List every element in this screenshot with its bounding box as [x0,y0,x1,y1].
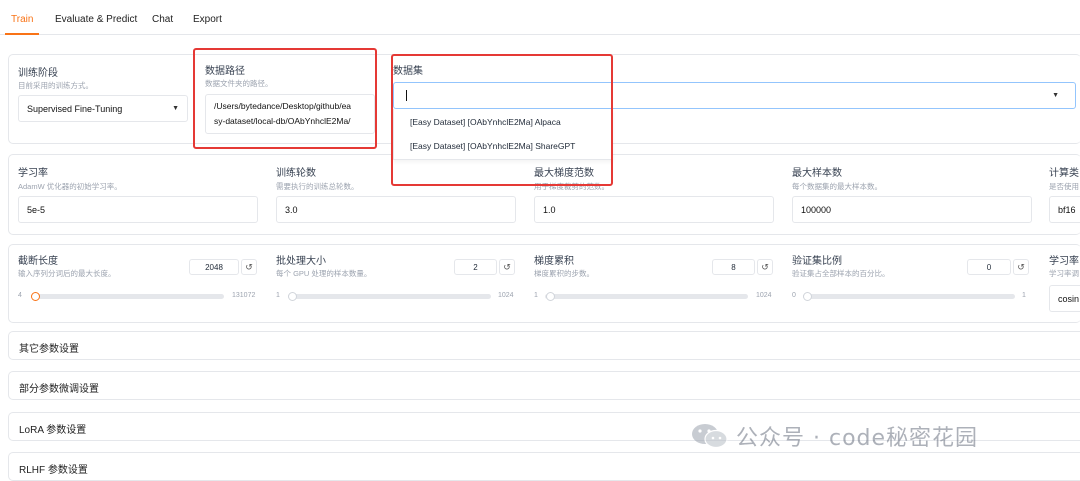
tab-train[interactable]: Train [11,14,33,25]
epochs-input[interactable]: 3.0 [276,196,516,223]
lr-scheduler-info: 学习率调 [1049,269,1079,278]
lr-input[interactable]: 5e-5 [18,196,258,223]
cutoff-len-label: 截断长度 [18,256,58,267]
batch-size-max: 1024 [498,292,514,299]
lr-info: AdamW 优化器的初始学习率。 [18,182,122,191]
accordion-label: 部分参数微调设置 [19,384,99,395]
val-size-info: 验证集占全部样本的百分比。 [792,269,890,278]
grad-accum-number[interactable]: 8 [712,259,755,275]
highlight-box-dataset [391,54,613,186]
tab-evaluate-predict[interactable]: Evaluate & Predict [55,14,137,25]
val-size-number[interactable]: 0 [967,259,1011,275]
watermark-text: 公众号 · code秘密花园 [736,426,979,451]
grad-accum-label: 梯度累积 [534,256,574,267]
tab-export[interactable]: Export [193,14,222,25]
lr-label: 学习率 [18,168,48,179]
epochs-label: 训练轮数 [276,168,316,179]
cutoff-len-slider-thumb[interactable] [31,292,40,301]
lr-scheduler-select[interactable]: cosin [1049,285,1080,312]
val-size-slider-thumb[interactable] [803,292,812,301]
grad-accum-info: 梯度累积的步数。 [534,269,594,278]
batch-size-min: 1 [276,292,280,299]
compute-type-select[interactable]: bf16 [1049,196,1080,223]
cutoff-len-number[interactable]: 2048 [189,259,239,275]
val-size-max: 1 [1022,292,1026,299]
max-grad-norm-input[interactable]: 1.0 [534,196,774,223]
batch-size-info: 每个 GPU 处理的样本数量。 [276,269,372,278]
reset-icon[interactable]: ↺ [241,259,257,275]
batch-size-number[interactable]: 2 [454,259,497,275]
val-size-label: 验证集比例 [792,256,842,267]
accordion-rlhf-args[interactable]: RLHF 参数设置 [8,452,1080,481]
chevron-down-icon: ▼ [1052,92,1059,99]
batch-size-slider-thumb[interactable] [288,292,297,301]
accordion-extra-args[interactable]: 其它参数设置 [8,331,1080,360]
val-size-slider[interactable] [803,294,1015,299]
cutoff-len-min: 4 [18,292,22,299]
stage-select-value: Supervised Fine-Tuning [27,103,123,114]
grad-accum-slider[interactable] [545,294,748,299]
accordion-label: LoRA 参数设置 [19,425,87,436]
epochs-info: 需要执行的训练总轮数。 [276,182,359,191]
max-samples-info: 每个数据集的最大样本数。 [792,182,882,191]
reset-icon[interactable]: ↺ [499,259,515,275]
active-tab-indicator [5,33,39,35]
wechat-icon [692,424,728,449]
grad-accum-slider-thumb[interactable] [546,292,555,301]
lr-scheduler-label: 学习率 [1049,256,1079,267]
compute-type-info: 是否使用 [1049,182,1079,191]
val-size-min: 0 [792,292,796,299]
grad-accum-max: 1024 [756,292,772,299]
tab-chat[interactable]: Chat [152,14,173,25]
stage-select[interactable]: Supervised Fine-Tuning ▼ [18,95,188,122]
highlight-box-dataset-dir [193,48,377,149]
cutoff-len-slider[interactable] [32,294,224,299]
chevron-down-icon: ▼ [172,105,179,112]
accordion-freeze-args[interactable]: 部分参数微调设置 [8,371,1080,400]
batch-size-slider[interactable] [288,294,491,299]
stage-label: 训练阶段 [18,68,58,79]
max-samples-label: 最大样本数 [792,168,842,179]
cutoff-len-max: 131072 [232,292,256,299]
stage-info: 目前采用的训练方式。 [18,81,93,90]
reset-icon[interactable]: ↺ [1013,259,1029,275]
accordion-label: 其它参数设置 [19,344,79,355]
grad-accum-min: 1 [534,292,538,299]
batch-size-label: 批处理大小 [276,256,326,267]
watermark: 公众号 · code秘密花园 [690,420,978,452]
compute-type-label: 计算类 [1049,168,1079,179]
cutoff-len-info: 输入序列分词后的最大长度。 [18,269,116,278]
reset-icon[interactable]: ↺ [757,259,773,275]
tab-bar: Train Evaluate & Predict Chat Export [0,8,1080,35]
max-samples-input[interactable]: 100000 [792,196,1032,223]
accordion-label: RLHF 参数设置 [19,465,88,476]
